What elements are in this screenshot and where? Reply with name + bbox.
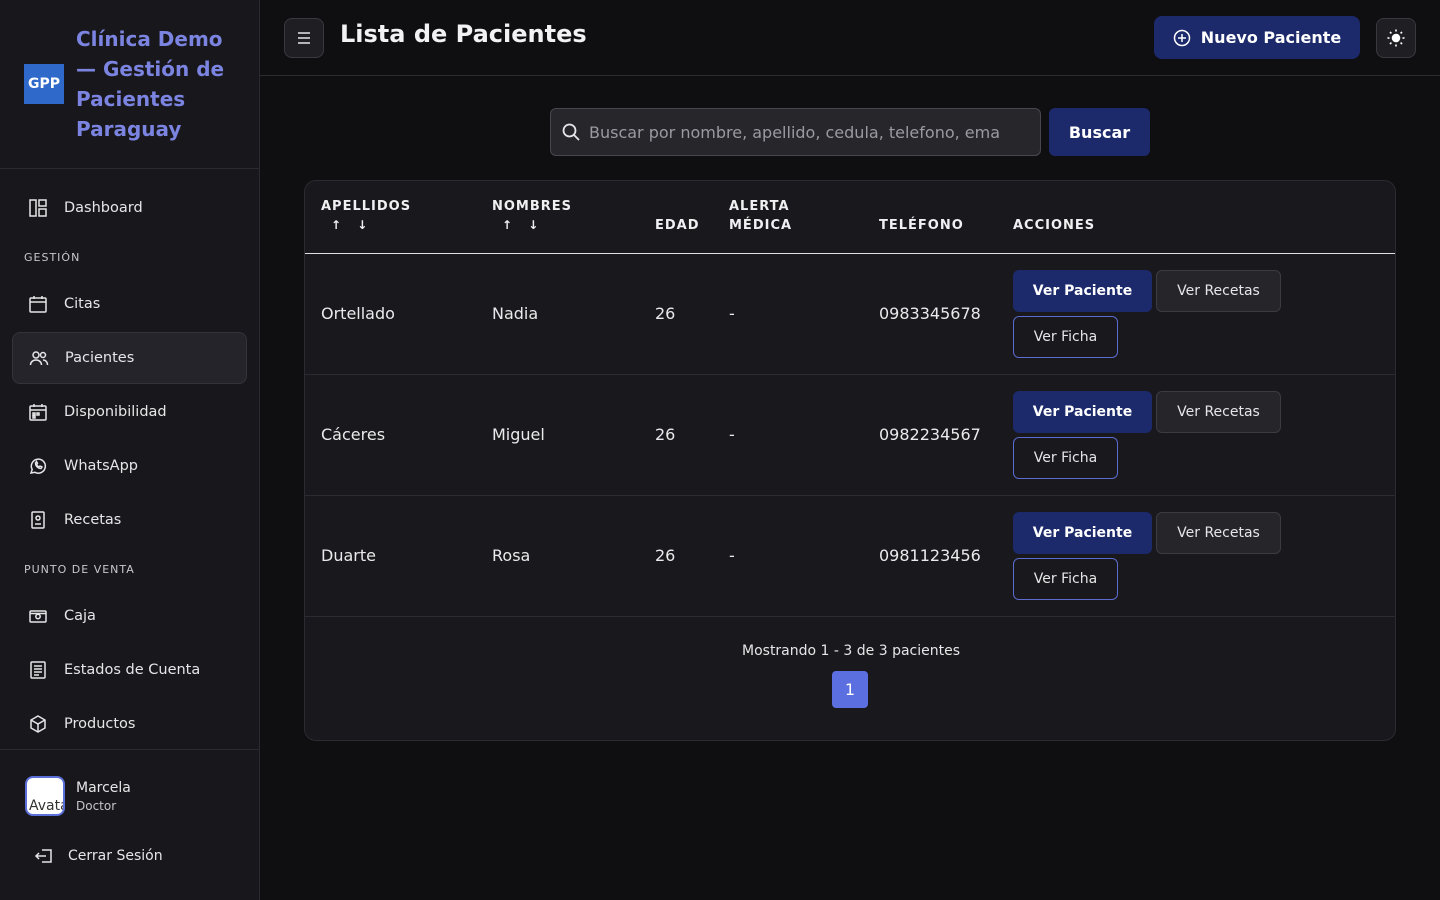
pagination-summary: Mostrando 1 - 3 de 3 pacientes (742, 643, 960, 659)
search-button[interactable]: Buscar (1049, 108, 1150, 156)
cell-telefono: 0981123456 (879, 546, 981, 565)
cell-nombre: Rosa (492, 546, 531, 565)
whatsapp-icon (28, 456, 48, 476)
search-icon (561, 122, 581, 142)
sidebar-item-citas[interactable]: Citas (12, 278, 247, 330)
cell-nombre: Miguel (492, 425, 545, 444)
cell-edad: 26 (655, 425, 676, 444)
patients-table-card: APELLIDOS ↑ ↓ NOMBRES ↑ ↓ EDAD ALERTA MÉ… (304, 180, 1396, 741)
column-header-apellidos[interactable]: APELLIDOS ↑ ↓ (321, 197, 411, 235)
brand-title: Clínica Demo — Gestión de Pacientes Para… (76, 27, 225, 141)
column-header-nombres[interactable]: NOMBRES ↑ ↓ (492, 197, 572, 235)
table-row: Ortellado Nadia 26 - 0983345678 Ver Paci… (305, 254, 1395, 375)
page-title: Lista de Pacientes (340, 20, 587, 48)
sidebar-item-caja[interactable]: Caja (12, 590, 247, 642)
cell-apellido: Ortellado (321, 304, 395, 323)
view-prescriptions-button[interactable]: Ver Recetas (1156, 512, 1281, 554)
sidebar-item-productos[interactable]: Productos (12, 698, 247, 750)
brand-logo: GPP (24, 64, 64, 104)
cell-edad: 26 (655, 304, 676, 323)
brand: GPP Clínica Demo — Gestión de Pacientes … (0, 0, 259, 169)
sidebar-item-label: Productos (64, 716, 136, 732)
cell-edad: 26 (655, 546, 676, 565)
column-header-label: ALERTA (729, 199, 790, 214)
sun-icon (1387, 29, 1405, 47)
column-header-label: NOMBRES (492, 199, 573, 214)
column-header-alerta-medica: ALERTA MÉDICA (729, 197, 792, 235)
view-prescriptions-button[interactable]: Ver Recetas (1156, 270, 1281, 312)
table-row: Duarte Rosa 26 - 0981123456 Ver Paciente… (305, 496, 1395, 617)
user-name: Marcela (76, 779, 131, 796)
cell-nombre: Nadia (492, 304, 539, 323)
view-patient-button[interactable]: Ver Paciente (1013, 391, 1152, 433)
avatar: Avatar (25, 776, 65, 816)
prescription-icon (28, 510, 48, 530)
sidebar-item-dashboard[interactable]: Dashboard (12, 182, 247, 234)
calendar-icon (28, 294, 48, 314)
sidebar-item-label: Citas (64, 296, 101, 312)
nav-section-punto-de-venta: PUNTO DE VENTA (24, 562, 135, 576)
sidebar-item-label: Disponibilidad (64, 404, 167, 420)
sidebar-item-pacientes[interactable]: Pacientes (12, 332, 247, 384)
logout-icon (34, 846, 54, 866)
new-patient-label: Nuevo Paciente (1200, 28, 1342, 47)
hamburger-icon (298, 32, 310, 44)
user-role: Doctor (76, 798, 117, 813)
view-record-button[interactable]: Ver Ficha (1013, 437, 1118, 479)
sort-arrows-icon[interactable]: ↑ ↓ (492, 216, 572, 235)
nav-section-gestion: GESTIÓN (24, 250, 81, 264)
dashboard-icon (28, 198, 48, 218)
table-row: Cáceres Miguel 26 - 0982234567 Ver Pacie… (305, 375, 1395, 496)
box-icon (28, 714, 48, 734)
cell-telefono: 0982234567 (879, 425, 981, 444)
view-prescriptions-button[interactable]: Ver Recetas (1156, 391, 1281, 433)
sidebar-item-label: Estados de Cuenta (64, 662, 201, 678)
cell-alerta: - (729, 546, 735, 565)
cash-icon (28, 606, 48, 626)
sidebar-item-recetas[interactable]: Recetas (12, 494, 247, 546)
column-header-label: APELLIDOS (321, 199, 412, 214)
pagination-page-1[interactable]: 1 (832, 671, 868, 708)
cell-alerta: - (729, 425, 735, 444)
plus-circle-icon (1173, 29, 1191, 47)
user-area: Avatar Marcela Doctor Cerrar Sesión (0, 749, 259, 900)
logout-button[interactable]: Cerrar Sesión (0, 816, 259, 866)
sidebar-item-label: Caja (64, 608, 96, 624)
theme-toggle-button[interactable] (1376, 18, 1416, 58)
cell-apellido: Duarte (321, 546, 376, 565)
sidebar-item-label: WhatsApp (64, 458, 138, 474)
view-record-button[interactable]: Ver Ficha (1013, 558, 1118, 600)
sidebar-item-disponibilidad[interactable]: Disponibilidad (12, 386, 247, 438)
sidebar-item-estados-de-cuenta[interactable]: Estados de Cuenta (12, 644, 247, 696)
sort-arrows-icon[interactable]: ↑ ↓ (321, 216, 411, 235)
header: Lista de Pacientes Nuevo Paciente (260, 0, 1440, 76)
view-patient-button[interactable]: Ver Paciente (1013, 512, 1152, 554)
cell-alerta: - (729, 304, 735, 323)
user-info: Marcela Doctor (76, 780, 131, 813)
receipt-icon (28, 660, 48, 680)
logout-label: Cerrar Sesión (68, 848, 163, 864)
calendar-grid-icon (28, 402, 48, 422)
new-patient-button[interactable]: Nuevo Paciente (1154, 16, 1360, 59)
column-header-label: MÉDICA (729, 218, 793, 233)
sidebar-item-label: Dashboard (64, 200, 143, 216)
menu-toggle-button[interactable] (284, 18, 324, 58)
sidebar-item-label: Pacientes (65, 350, 135, 366)
search-input[interactable] (589, 122, 1040, 142)
view-record-button[interactable]: Ver Ficha (1013, 316, 1118, 358)
view-patient-button[interactable]: Ver Paciente (1013, 270, 1152, 312)
column-header-acciones: ACCIONES (1013, 218, 1096, 233)
cell-apellido: Cáceres (321, 425, 386, 444)
search-bar (550, 108, 1041, 156)
user-profile[interactable]: Avatar Marcela Doctor (0, 750, 259, 816)
sidebar-nav: Dashboard GESTIÓN Citas Pacientes Dispon… (12, 182, 247, 752)
column-header-telefono: TELÉFONO (879, 218, 964, 233)
sidebar-item-whatsapp[interactable]: WhatsApp (12, 440, 247, 492)
sidebar-item-label: Recetas (64, 512, 122, 528)
cell-telefono: 0983345678 (879, 304, 981, 323)
sidebar: GPP Clínica Demo — Gestión de Pacientes … (0, 0, 260, 900)
table-header: APELLIDOS ↑ ↓ NOMBRES ↑ ↓ EDAD ALERTA MÉ… (305, 181, 1395, 254)
column-header-edad: EDAD (655, 218, 700, 233)
users-icon (29, 348, 49, 368)
